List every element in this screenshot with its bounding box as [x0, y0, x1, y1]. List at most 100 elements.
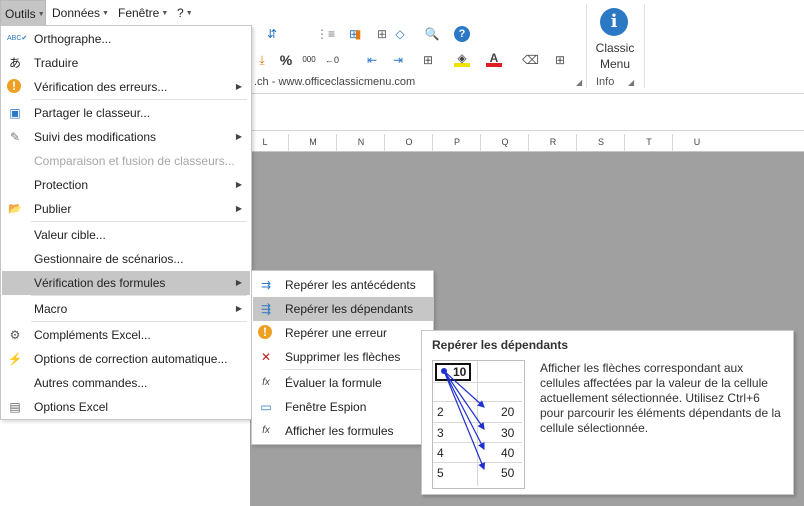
- submenu-item-reperer-les-dependants[interactable]: ⇶ Repérer les dépendants: [253, 297, 433, 321]
- formula-bar[interactable]: [250, 94, 804, 131]
- ribbon-separator: [586, 4, 587, 88]
- column-header[interactable]: T: [624, 134, 673, 151]
- menu-item-verification-des-formules[interactable]: Vérification des formules ▶: [2, 271, 250, 295]
- menu-item-options-de-correction-automatique[interactable]: ⚡ Options de correction automatique...: [2, 347, 250, 371]
- ribbon: ⇵ ⋮≡ ⊞ ▮ ⊞ ◇ 🔍 ? ⤓ % 000 ←0 ⇤ ⇥ ⊞ ◈ A ⌫ …: [250, 0, 804, 94]
- tooltip-illustration: 10 2 20 3 30 4 40 5 50: [432, 360, 525, 489]
- indent-icon[interactable]: ⇥: [390, 52, 406, 68]
- sort-icon[interactable]: ⋮≡: [316, 26, 335, 42]
- merge-icon[interactable]: ⇤: [364, 52, 380, 68]
- menu-item-label: Repérer les dépendants: [285, 302, 414, 316]
- column-header[interactable]: U: [672, 134, 721, 151]
- ribbon-separator: [644, 4, 645, 88]
- menu-item-label: Comparaison et fusion de classeurs...: [34, 154, 235, 168]
- menu-bar: Outils ▼ Données ▼ Fenêtre ▼ ? ▼: [0, 0, 250, 26]
- menu-item-traduire[interactable]: あ Traduire: [2, 51, 250, 75]
- menu-item-gestionnaire-de-scenarios[interactable]: Gestionnaire de scénarios...: [2, 247, 250, 271]
- evaluate-formula-icon: fx: [262, 377, 270, 388]
- chevron-right-icon: ▶: [235, 278, 242, 287]
- submenu-item-supprimer-les-fleches[interactable]: ✕ Supprimer les flèches: [253, 345, 433, 369]
- website-label: .ch - www.officeclassicmenu.com: [254, 76, 416, 88]
- menu-item-label: Orthographe...: [34, 32, 112, 46]
- chart-icon[interactable]: ▮: [350, 26, 366, 42]
- chevron-right-icon: ▶: [235, 204, 242, 213]
- submenu-item-reperer-les-antecedents[interactable]: ⇉ Repérer les antécédents: [253, 273, 433, 297]
- menu-outils[interactable]: Outils ▼: [0, 0, 46, 26]
- menu-item-orthographe[interactable]: ABC✔ Orthographe...: [2, 27, 250, 51]
- fill-color-icon[interactable]: ◈: [454, 50, 470, 67]
- menu-item-label: Partager le classeur...: [34, 106, 151, 120]
- publish-icon: 📂: [8, 203, 22, 215]
- tooltip-trace-dependents: Repérer les dépendants 10 2 20 3 30 4 40…: [421, 330, 794, 495]
- menu-item-label: Options Excel: [34, 400, 109, 414]
- percent-icon[interactable]: %: [278, 52, 294, 68]
- translate-icon: あ: [8, 56, 21, 70]
- track-changes-icon: ✎: [9, 130, 21, 144]
- menu-donnees[interactable]: Données ▼: [48, 0, 113, 26]
- formula-auditing-submenu: ⇉ Repérer les antécédents ⇶ Repérer les dép…: [251, 270, 434, 445]
- menu-help[interactable]: ? ▼: [173, 0, 197, 26]
- outils-menu: ABC✔ Orthographe... あ Traduire! Vérification…: [0, 25, 252, 420]
- submenu-item-fenetre-espion[interactable]: ▭ Fenêtre Espion: [253, 395, 433, 419]
- menu-item-options-excel[interactable]: ▤ Options Excel: [2, 395, 250, 419]
- column-header[interactable]: R: [528, 134, 577, 151]
- menu-item-valeur-cible[interactable]: Valeur cible...: [2, 223, 250, 247]
- styles-icon[interactable]: ⊞: [552, 52, 568, 68]
- thousands-icon[interactable]: 000: [298, 52, 320, 68]
- column-header[interactable]: N: [336, 134, 385, 151]
- dependent-arrow: [443, 370, 485, 408]
- chevron-right-icon: ▶: [235, 180, 242, 189]
- menu-item-label: Évaluer la formule: [285, 376, 382, 390]
- info-group-label: Info: [596, 76, 615, 88]
- menu-item-partager-le-classeur[interactable]: ▣ Partager le classeur...: [2, 101, 250, 125]
- chevron-down-icon: ▼: [102, 9, 109, 17]
- menu-item-verification-des-erreurs[interactable]: ! Vérification des erreurs... ▶: [2, 75, 250, 99]
- menu-item-macro[interactable]: Macro ▶: [2, 297, 250, 321]
- info-icon[interactable]: i: [600, 8, 628, 36]
- menu-item-label: Publier: [34, 202, 72, 216]
- menu-item-label: Valeur cible...: [34, 228, 106, 242]
- spelling-icon: ABC✔: [7, 35, 28, 42]
- menu-fenetre[interactable]: Fenêtre ▼: [114, 0, 172, 26]
- submenu-item-afficher-les-formules[interactable]: fx Afficher les formules: [253, 419, 433, 443]
- menu-item-publier[interactable]: 📂 Publier ▶: [2, 197, 250, 221]
- column-header[interactable]: O: [384, 134, 433, 151]
- borders-icon[interactable]: ⊞: [420, 52, 436, 68]
- font-color-icon[interactable]: A: [486, 50, 502, 67]
- formula-icon[interactable]: ⇵: [264, 26, 280, 42]
- menu-help-label: ?: [177, 6, 184, 20]
- classic-menu-button[interactable]: Classic Menu: [590, 40, 640, 72]
- autocorrect-icon: ⚡: [7, 352, 23, 366]
- menu-separator: [31, 295, 247, 296]
- tooltip-description: Afficher les flèches correspondant aux c…: [540, 361, 781, 435]
- shapes-icon[interactable]: ◇: [392, 26, 408, 42]
- column-header[interactable]: S: [576, 134, 625, 151]
- menu-item-label: Protection: [34, 178, 89, 192]
- dialog-launcher-icon[interactable]: ◢: [576, 78, 582, 87]
- submenu-item-reperer-une-erreur[interactable]: ! Repérer une erreur: [253, 321, 433, 345]
- menu-item-label: Suivi des modifications: [34, 130, 157, 144]
- clear-icon[interactable]: ⌫: [522, 52, 539, 68]
- decimal-icon[interactable]: ←0: [324, 52, 340, 68]
- menu-item-label: Gestionnaire de scénarios...: [34, 252, 184, 266]
- help-icon[interactable]: ?: [454, 26, 470, 42]
- menu-item-comparaison-et-fusion-de-classeurs: Comparaison et fusion de classeurs...: [2, 149, 250, 173]
- menu-item-complements-excel[interactable]: ⚙ Compléments Excel...: [2, 323, 250, 347]
- menu-item-label: Repérer les antécédents: [285, 278, 416, 292]
- submenu-item-evaluer-la-formule[interactable]: fx Évaluer la formule: [253, 371, 433, 395]
- menu-item-protection[interactable]: Protection ▶: [2, 173, 250, 197]
- pivot-icon[interactable]: ⊞: [374, 26, 390, 42]
- column-header[interactable]: M: [288, 134, 337, 151]
- column-header[interactable]: Q: [480, 134, 529, 151]
- menu-separator: [31, 321, 247, 322]
- share-workbook-icon: ▣: [9, 106, 21, 120]
- menu-outils-label: Outils: [5, 7, 36, 21]
- find-icon[interactable]: 🔍: [424, 26, 440, 42]
- trace-dependents-icon: ⇶: [260, 302, 272, 316]
- menu-item-autres-commandes[interactable]: Autres commandes...: [2, 371, 250, 395]
- paste-format-icon[interactable]: ⤓: [254, 52, 270, 68]
- tooltip-title: Repérer les dépendants: [432, 338, 569, 352]
- column-header[interactable]: P: [432, 134, 481, 151]
- info-launcher-icon[interactable]: ◢: [628, 78, 634, 87]
- menu-item-suivi-des-modifications[interactable]: ✎ Suivi des modifications ▶: [2, 125, 250, 149]
